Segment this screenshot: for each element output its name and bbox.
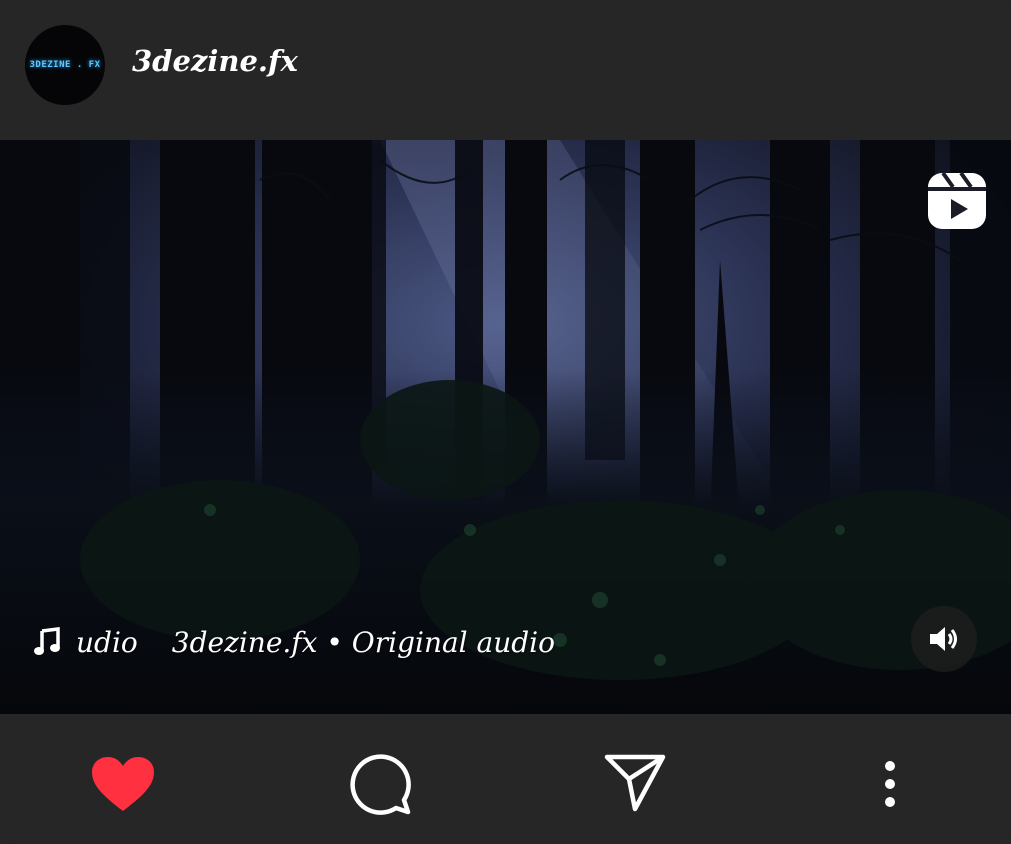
audio-attribution[interactable]: udio 3dezine.fx • Original audio — [32, 622, 555, 662]
audio-scroll-text: udio — [76, 625, 138, 659]
speaker-icon — [930, 627, 957, 651]
avatar[interactable]: 3DEZINE . FX — [25, 25, 105, 105]
post-actions — [0, 714, 1011, 844]
more-vertical-icon — [885, 761, 895, 807]
heart-icon — [92, 757, 154, 811]
share-button[interactable] — [602, 751, 668, 815]
comment-button[interactable] — [346, 750, 412, 816]
reel-video[interactable]: udio 3dezine.fx • Original audio — [0, 140, 1011, 714]
comment-icon — [350, 754, 411, 815]
post-header: 3DEZINE . FX 3dezine.fx — [0, 0, 1011, 140]
more-options-button[interactable] — [870, 754, 910, 814]
reels-icon — [928, 171, 986, 229]
username-link[interactable]: 3dezine.fx — [132, 44, 298, 78]
music-note-icon — [34, 627, 60, 655]
sound-toggle-button[interactable] — [911, 606, 977, 672]
post-card: 3DEZINE . FX 3dezine.fx udio 3dezine.fx … — [0, 0, 1011, 844]
like-button[interactable] — [90, 754, 156, 814]
send-icon — [604, 754, 666, 812]
avatar-logo-text: 3DEZINE . FX — [29, 60, 101, 70]
audio-label: 3dezine.fx • Original audio — [171, 625, 555, 659]
